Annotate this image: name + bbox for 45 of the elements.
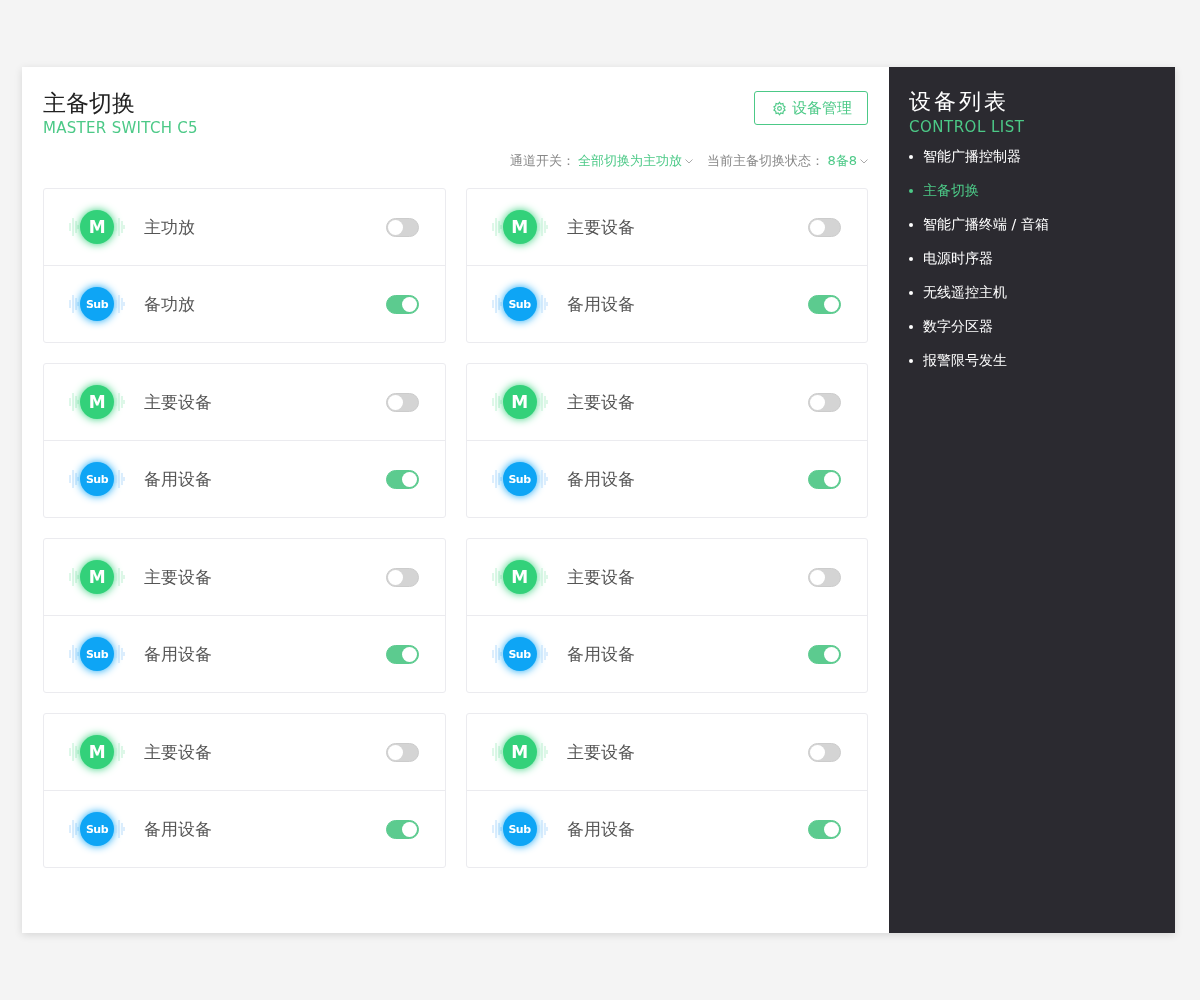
page-title: 主备切换	[43, 89, 136, 118]
master-badge: M	[502, 560, 537, 594]
master-badge: M	[80, 385, 114, 419]
device-label: 备用设备	[566, 642, 636, 666]
master-badge: M	[80, 210, 114, 244]
sidebar-item[interactable]: 主备切换	[923, 181, 979, 200]
sub-badge: Sub	[80, 287, 114, 321]
sidebar-title: 设备列表	[909, 88, 1010, 116]
sidebar-item[interactable]: 数字分区器	[923, 317, 993, 336]
device-label: 主要设备	[566, 215, 636, 239]
device-label: 备功放	[144, 292, 196, 316]
sub-badge: Sub	[502, 462, 537, 496]
sidebar-subtitle: CONTROL LIST	[909, 117, 1026, 137]
device-label: 主要设备	[566, 390, 636, 414]
master-badge: M	[502, 210, 537, 244]
sidebar-item[interactable]: 智能广播控制器	[923, 147, 1021, 166]
filter-label: 通道开关：	[510, 152, 576, 170]
device-label: 备用设备	[144, 642, 213, 666]
device-label: 主要设备	[144, 565, 213, 589]
sidebar-item[interactable]: 报警限号发生	[923, 351, 1007, 370]
device-label: 备用设备	[566, 467, 636, 491]
sub-badge: Sub	[502, 287, 537, 321]
sub-badge: Sub	[502, 637, 537, 671]
page-subtitle: MASTER SWITCH C5	[43, 118, 198, 138]
master-badge: M	[80, 560, 114, 594]
master-badge: M	[502, 385, 537, 419]
sidebar-item[interactable]: 无线遥控主机	[923, 283, 1007, 302]
device-label: 主要设备	[144, 390, 213, 414]
device-label: 主要设备	[566, 565, 636, 589]
master-badge: M	[502, 735, 537, 769]
sidebar-item[interactable]: 电源时序器	[923, 249, 993, 268]
device-label: 备用设备	[144, 467, 213, 491]
sub-badge: Sub	[502, 812, 537, 846]
sub-badge: Sub	[80, 462, 114, 496]
filter-label: 当前主备切换状态：	[707, 152, 825, 170]
device-label: 主功放	[144, 215, 196, 239]
device-label: 备用设备	[566, 817, 636, 841]
sub-badge: Sub	[80, 637, 114, 671]
master-badge: M	[80, 735, 114, 769]
device-label: 主要设备	[144, 740, 213, 764]
device-label: 备用设备	[144, 817, 213, 841]
device-label: 备用设备	[566, 292, 636, 316]
device-label: 主要设备	[566, 740, 636, 764]
sub-badge: Sub	[80, 812, 114, 846]
sidebar-item[interactable]: 智能广播终端 / 音箱	[923, 215, 1049, 234]
